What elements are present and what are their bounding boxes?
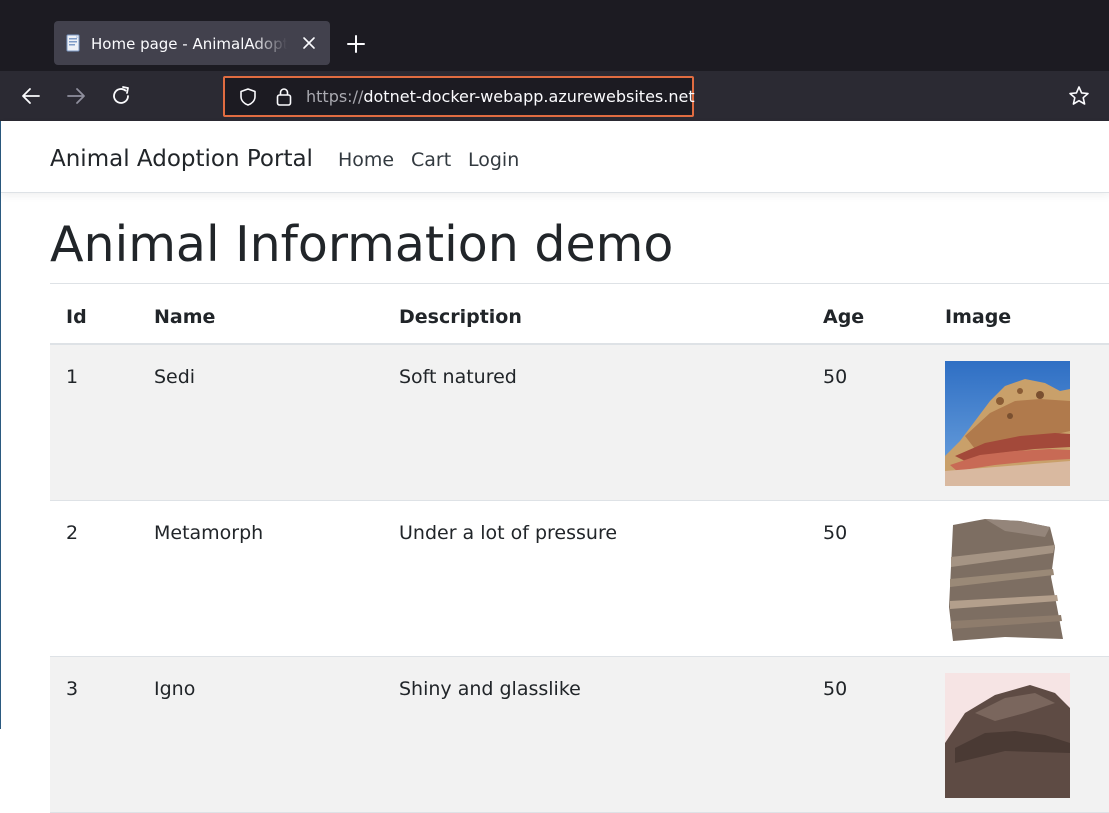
nav-link-home[interactable]: Home [338, 147, 394, 173]
table-row: 3 Igno Shiny and glasslike 50 [50, 657, 1109, 813]
cell-name: Igno [154, 678, 196, 700]
cell-description: Shiny and glasslike [399, 678, 581, 700]
table-header: Id Name Description Age Image [50, 283, 1109, 345]
igneous-rock-image [945, 673, 1070, 798]
browser-toolbar: https://dotnet-docker-webapp.azurewebsit… [0, 71, 1109, 121]
cell-id: 1 [66, 366, 79, 388]
table-row: 2 Metamorph Under a lot of pressure 50 [50, 501, 1109, 657]
back-arrow-icon[interactable] [19, 84, 43, 108]
cell-name: Sedi [154, 366, 196, 388]
forward-arrow-icon[interactable] [64, 84, 88, 108]
lock-icon[interactable] [274, 86, 294, 108]
column-header-name: Name [154, 306, 216, 328]
shield-icon[interactable] [238, 87, 258, 107]
page-title: Animal Information demo [50, 216, 674, 273]
cell-name: Metamorph [154, 522, 264, 544]
browser-tab-strip: Home page - AnimalAdoption [0, 0, 1109, 71]
site-brand[interactable]: Animal Adoption Portal [50, 144, 313, 174]
sedimentary-rock-image [945, 361, 1070, 486]
url-host: dotnet-docker-webapp.azurewebsites.net [363, 87, 695, 106]
cell-age: 50 [823, 366, 848, 388]
address-bar[interactable]: https://dotnet-docker-webapp.azurewebsit… [223, 76, 695, 117]
metamorphic-rock-image [945, 517, 1070, 642]
cell-age: 50 [823, 522, 848, 544]
nav-link-login[interactable]: Login [468, 147, 519, 173]
cell-id: 3 [66, 678, 79, 700]
url-text[interactable]: https://dotnet-docker-webapp.azurewebsit… [306, 86, 695, 108]
table-row: 1 Sedi Soft natured 50 [50, 345, 1109, 501]
close-icon[interactable] [298, 32, 320, 54]
tab-title: Home page - AnimalAdoption [91, 33, 287, 55]
cell-id: 2 [66, 522, 79, 544]
page-document-icon [64, 33, 84, 53]
column-header-age: Age [823, 306, 865, 328]
url-scheme: https:// [306, 87, 364, 106]
browser-tab-active[interactable]: Home page - AnimalAdoption [54, 21, 330, 65]
reload-icon[interactable] [109, 84, 133, 108]
new-tab-plus-icon[interactable] [344, 32, 368, 56]
cell-description: Under a lot of pressure [399, 522, 618, 544]
bookmark-star-icon[interactable] [1067, 84, 1091, 108]
nav-link-cart[interactable]: Cart [411, 147, 451, 173]
cell-age: 50 [823, 678, 848, 700]
column-header-description: Description [399, 306, 522, 328]
column-header-image: Image [945, 306, 1012, 328]
cell-description: Soft natured [399, 366, 517, 388]
column-header-id: Id [66, 306, 87, 328]
site-navbar: Animal Adoption Portal Home Cart Login [1, 121, 1109, 193]
web-page: Animal Adoption Portal Home Cart Login A… [0, 121, 1109, 813]
